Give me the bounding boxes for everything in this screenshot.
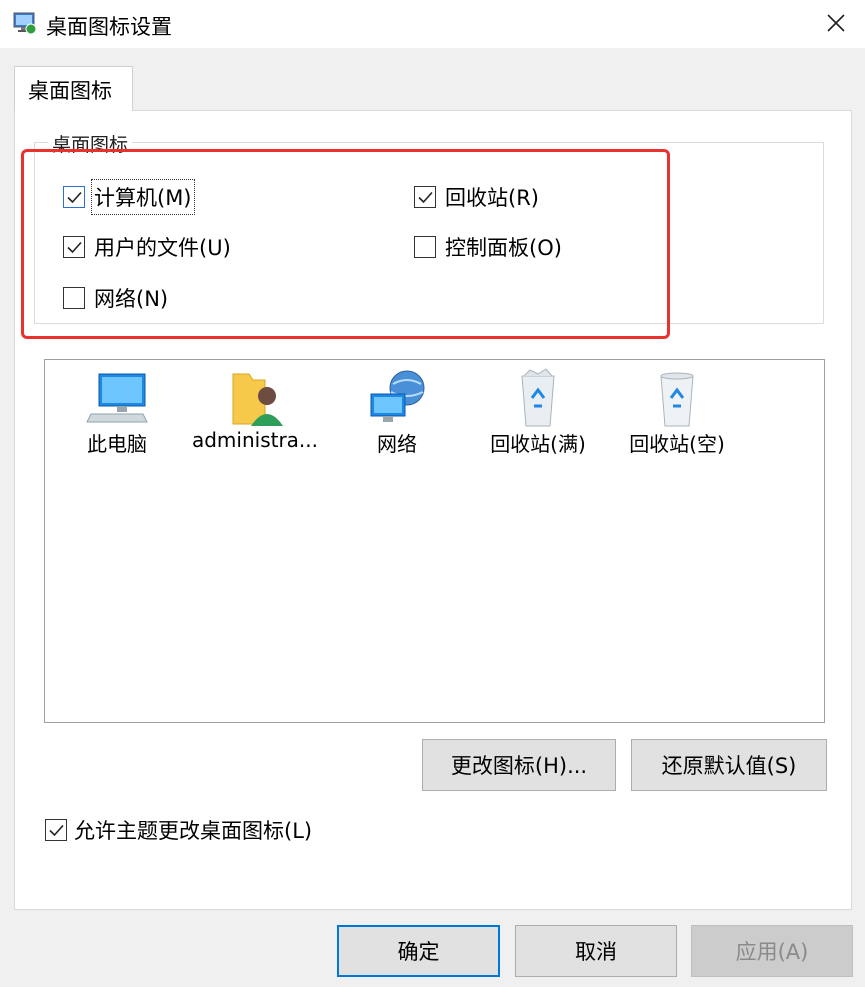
check-mark-icon [67, 241, 82, 254]
check-mark-icon [67, 191, 82, 204]
checkbox-box[interactable] [414, 236, 436, 258]
recycle-bin-empty-icon [660, 372, 694, 427]
recycle-bin-full-icon [521, 368, 555, 427]
close-icon [827, 14, 845, 32]
restore-default-button[interactable]: 还原默认值(S) [631, 739, 827, 791]
change-icon-button[interactable]: 更改图标(H)... [422, 739, 616, 791]
checkbox-allow-theme[interactable]: 允许主题更改桌面图标(L) [45, 815, 312, 845]
icon-label: administra... [191, 428, 319, 452]
icon-list[interactable]: 此电脑 administra... 网络 回收站(满) 回收站(空) [44, 359, 825, 723]
tab-desktop-icons[interactable]: 桌面图标 [14, 66, 133, 111]
checkbox-label: 网络(N) [94, 287, 169, 311]
checkbox-box[interactable] [45, 819, 67, 841]
group-title: 桌面图标 [48, 130, 133, 157]
icon-label: 此电脑 [87, 432, 147, 456]
icon-item-recycle-bin-empty[interactable]: 回收站(空) [607, 360, 747, 470]
user-folder-icon [232, 373, 283, 426]
apply-button: 应用(A) [691, 925, 853, 977]
checkbox-user-files[interactable]: 用户的文件(U) [63, 232, 231, 262]
checkbox-label: 计算机(M) [91, 179, 195, 215]
checkbox-label: 控制面板(O) [445, 236, 562, 260]
checkbox-network[interactable]: 网络(N) [63, 283, 168, 313]
checkbox-box[interactable] [63, 287, 85, 309]
checkbox-control-panel[interactable]: 控制面板(O) [414, 232, 562, 262]
checkbox-box[interactable] [63, 186, 85, 208]
icon-item-network[interactable]: 网络 [327, 360, 467, 470]
checkbox-recycle-bin[interactable]: 回收站(R) [414, 182, 539, 212]
check-mark-icon [49, 824, 64, 837]
icon-item-user-folder[interactable]: administra... [185, 360, 325, 470]
check-mark-icon [418, 191, 433, 204]
display-settings-icon [13, 12, 37, 35]
icon-item-recycle-bin-full[interactable]: 回收站(满) [468, 360, 608, 470]
window-title: 桌面图标设置 [46, 15, 172, 39]
checkbox-box[interactable] [414, 186, 436, 208]
ok-button[interactable]: 确定 [337, 925, 500, 977]
checkbox-label: 回收站(R) [445, 186, 539, 210]
cancel-button[interactable]: 取消 [515, 925, 677, 977]
checkbox-box[interactable] [63, 236, 85, 258]
checkbox-label: 用户的文件(U) [94, 236, 231, 260]
checkbox-computer[interactable]: 计算机(M) [63, 179, 195, 215]
computer-icon [86, 373, 148, 423]
icon-label: 网络 [377, 432, 417, 456]
icon-label: 回收站(空) [629, 432, 725, 456]
checkbox-label: 允许主题更改桌面图标(L) [74, 819, 313, 843]
title-bar: 桌面图标设置 [0, 0, 865, 48]
icon-item-this-pc[interactable]: 此电脑 [47, 360, 187, 470]
close-button[interactable] [805, 0, 865, 48]
icon-label: 回收站(满) [490, 432, 586, 456]
network-icon [370, 370, 425, 422]
